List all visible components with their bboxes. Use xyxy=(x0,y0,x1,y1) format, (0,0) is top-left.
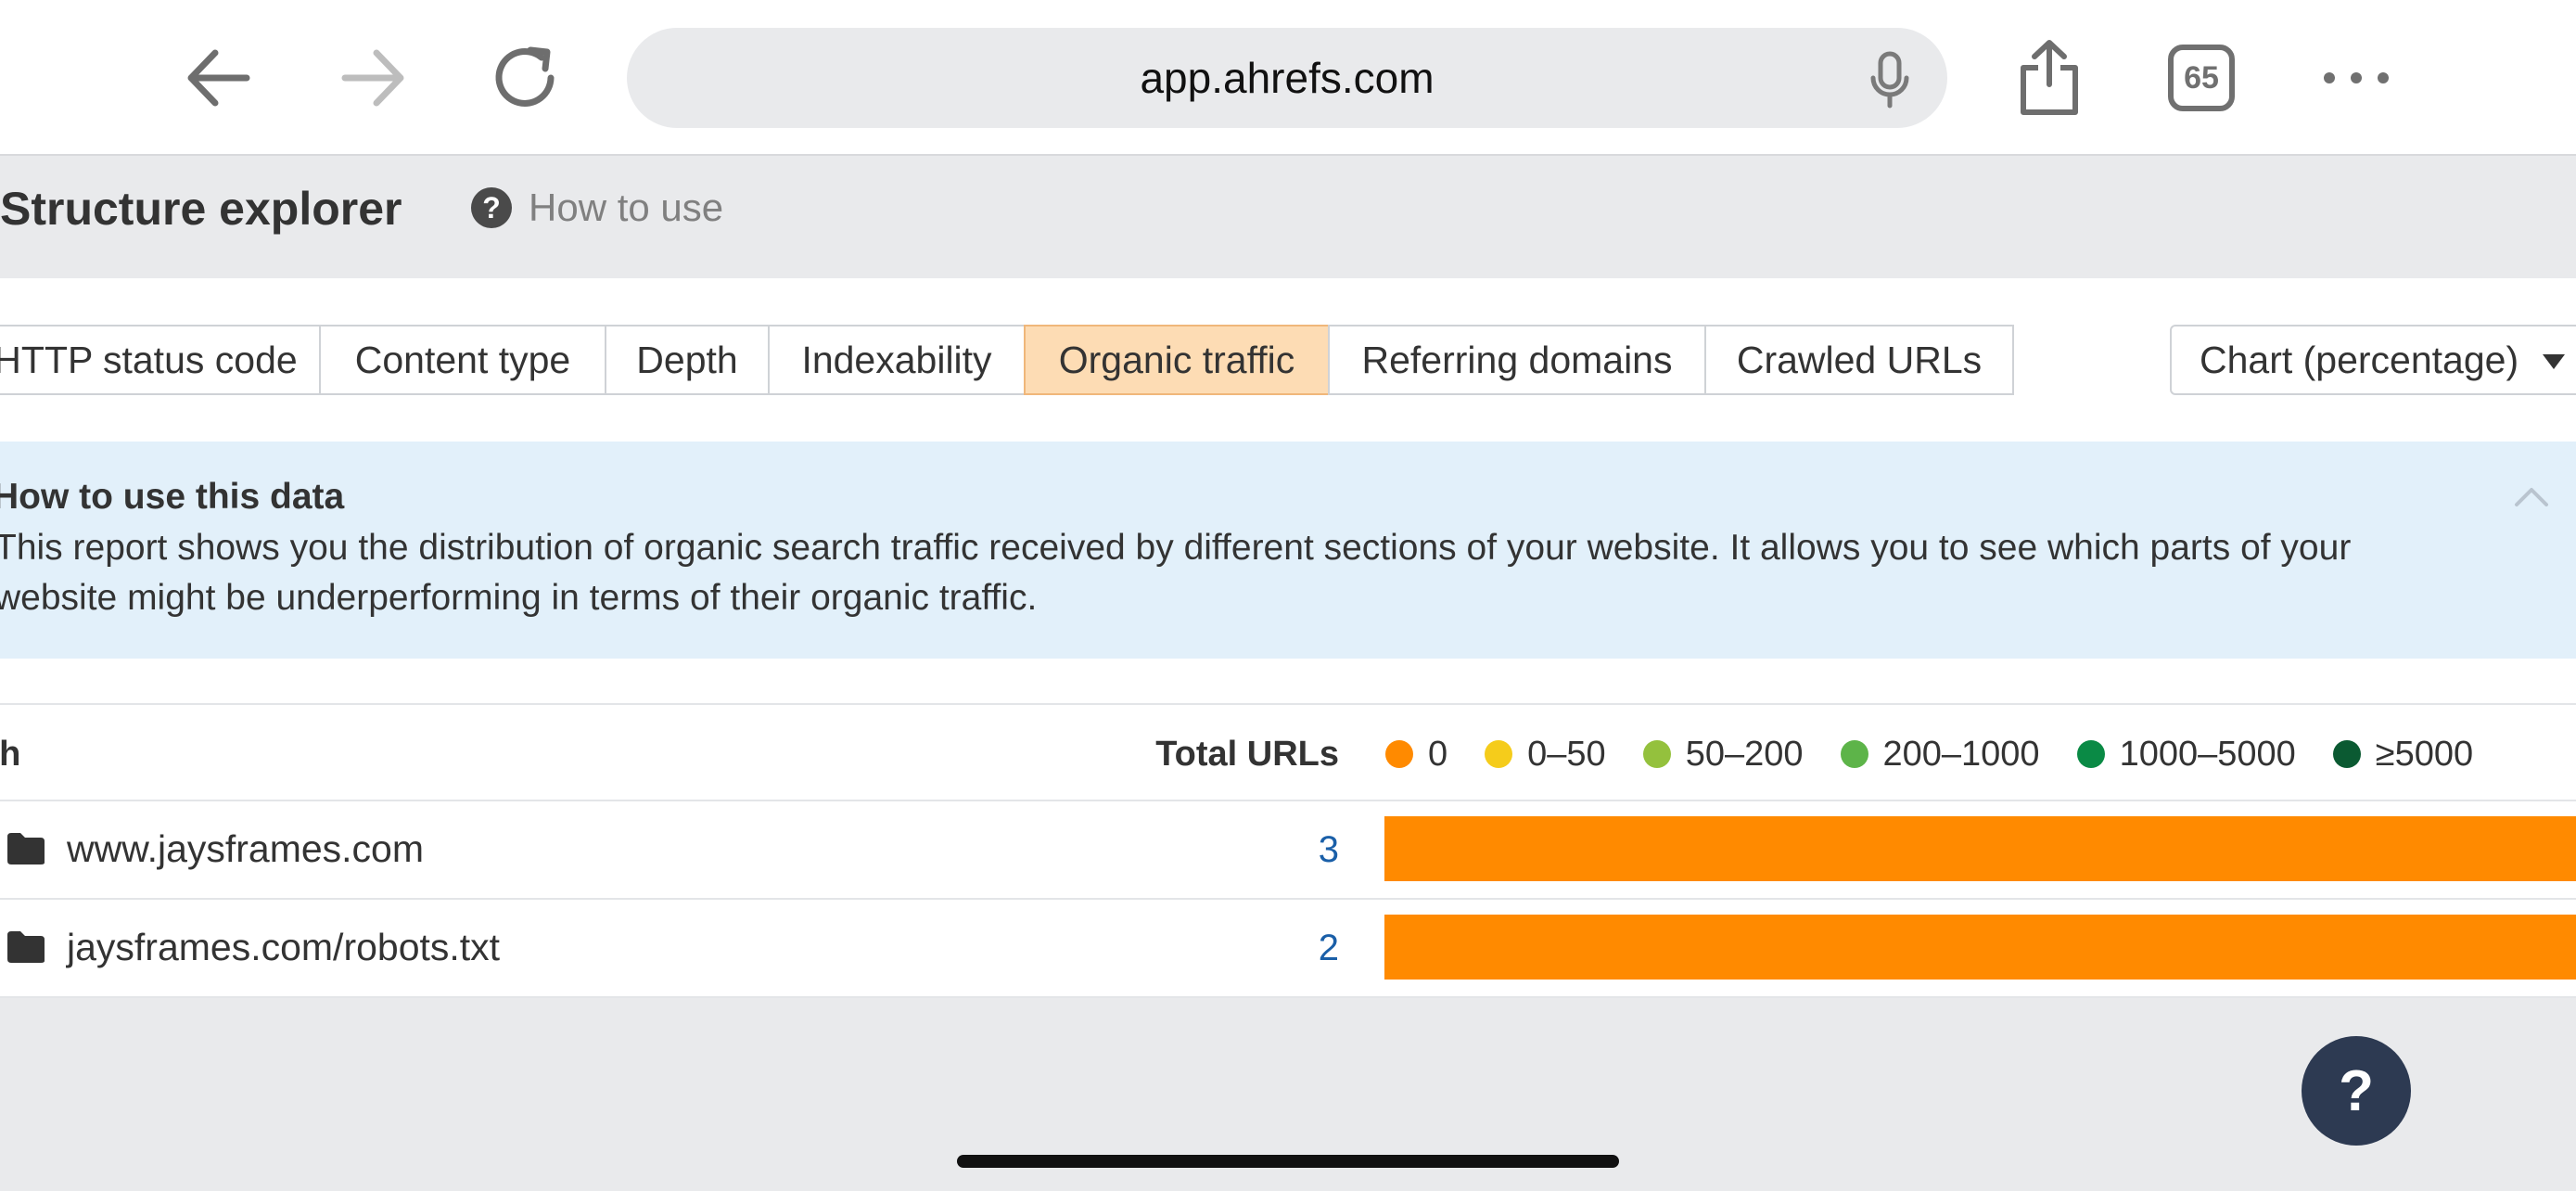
info-body: This report shows you the distribution o… xyxy=(0,528,2352,618)
distribution-bar[interactable] xyxy=(1384,816,2576,881)
page-header: Structure explorer ? How to use xyxy=(0,158,2576,278)
legend-dot xyxy=(2076,740,2105,768)
browser-toolbar: app.ahrefs.com 65 xyxy=(0,0,2576,156)
collapse-button[interactable] xyxy=(2513,486,2550,508)
share-icon xyxy=(2021,40,2078,115)
legend-item: 200–1000 xyxy=(1840,735,2040,775)
tab-crawled-urls[interactable]: Crawled URLs xyxy=(1704,325,2014,395)
how-to-use-label: How to use xyxy=(529,186,724,229)
forward-arrow-icon xyxy=(341,49,404,107)
folder-icon xyxy=(6,929,46,965)
legend-dot xyxy=(1385,740,1413,768)
row-total-urls-link[interactable]: 3 xyxy=(1113,829,1339,871)
share-button[interactable] xyxy=(2003,32,2096,124)
tab-depth[interactable]: Depth xyxy=(605,325,770,395)
tabs-icon[interactable]: 65 xyxy=(2168,45,2235,111)
legend-dot xyxy=(1840,740,1868,768)
table-header: Path Total URLs 0 0–50 50–200 200–1000 1… xyxy=(0,703,2576,801)
legend-item: 50–200 xyxy=(1642,735,1804,775)
forward-button[interactable] xyxy=(326,32,419,124)
distribution-bar[interactable] xyxy=(1384,915,2576,980)
total-urls-column-header: Total URLs xyxy=(1155,735,1339,774)
legend-dot xyxy=(1485,740,1513,768)
info-title: How to use this data xyxy=(0,477,345,517)
back-arrow-icon xyxy=(187,49,250,107)
reload-icon xyxy=(495,46,555,107)
table-row: jaysframes.com/robots.txt 2 xyxy=(0,900,2576,998)
row-path-link[interactable]: www.jaysframes.com xyxy=(67,827,424,871)
chevron-up-icon xyxy=(2515,488,2548,506)
chart-view-select[interactable]: Chart (percentage) xyxy=(2170,325,2576,395)
metric-tabs: HTTP status code Content type Depth Inde… xyxy=(0,325,2014,395)
address-bar[interactable]: app.ahrefs.com xyxy=(627,28,1947,128)
tab-http-status-code[interactable]: HTTP status code xyxy=(0,325,321,395)
more-icon[interactable] xyxy=(2324,72,2389,83)
bar-segment-0 xyxy=(1384,915,2576,980)
back-button[interactable] xyxy=(172,32,265,124)
page-title: Structure explorer xyxy=(0,183,402,235)
legend-item: 1000–5000 xyxy=(2076,735,2296,775)
tab-referring-domains[interactable]: Referring domains xyxy=(1328,325,1706,395)
chart-legend: 0 0–50 50–200 200–1000 1000–5000 ≥5000 xyxy=(1385,731,2510,777)
tab-organic-traffic[interactable]: Organic traffic xyxy=(1024,325,1330,395)
folder-icon xyxy=(6,831,46,866)
chart-view-value: Chart (percentage) xyxy=(2200,338,2519,381)
how-to-use-data-panel: How to use this data This report shows y… xyxy=(0,442,2576,659)
row-path-link[interactable]: jaysframes.com/robots.txt xyxy=(67,926,500,969)
home-indicator xyxy=(957,1155,1619,1168)
tab-content-type[interactable]: Content type xyxy=(319,325,606,395)
legend-dot xyxy=(1642,740,1671,768)
tab-indexability[interactable]: Indexability xyxy=(768,325,1026,395)
legend-dot xyxy=(2332,740,2361,768)
legend-item: ≥5000 xyxy=(2332,735,2473,775)
help-chat-button[interactable]: ? xyxy=(2302,1036,2411,1146)
url-text: app.ahrefs.com xyxy=(1140,54,1435,102)
report-panel: HTTP status code Content type Depth Inde… xyxy=(0,278,2576,998)
reload-button[interactable] xyxy=(480,32,573,124)
legend-item: 0–50 xyxy=(1485,735,1606,775)
legend-item: 0 xyxy=(1385,735,1447,775)
how-to-use-link[interactable]: ? How to use xyxy=(471,180,723,236)
bar-segment-0 xyxy=(1384,816,2576,881)
microphone-icon xyxy=(1870,51,1909,109)
question-icon: ? xyxy=(471,187,512,228)
path-column-header: Path xyxy=(0,735,21,774)
row-total-urls-link[interactable]: 2 xyxy=(1113,928,1339,969)
caret-down-icon xyxy=(2543,354,2565,369)
microphone-button[interactable] xyxy=(1869,50,1910,109)
table-row: www.jaysframes.com 3 xyxy=(0,801,2576,900)
